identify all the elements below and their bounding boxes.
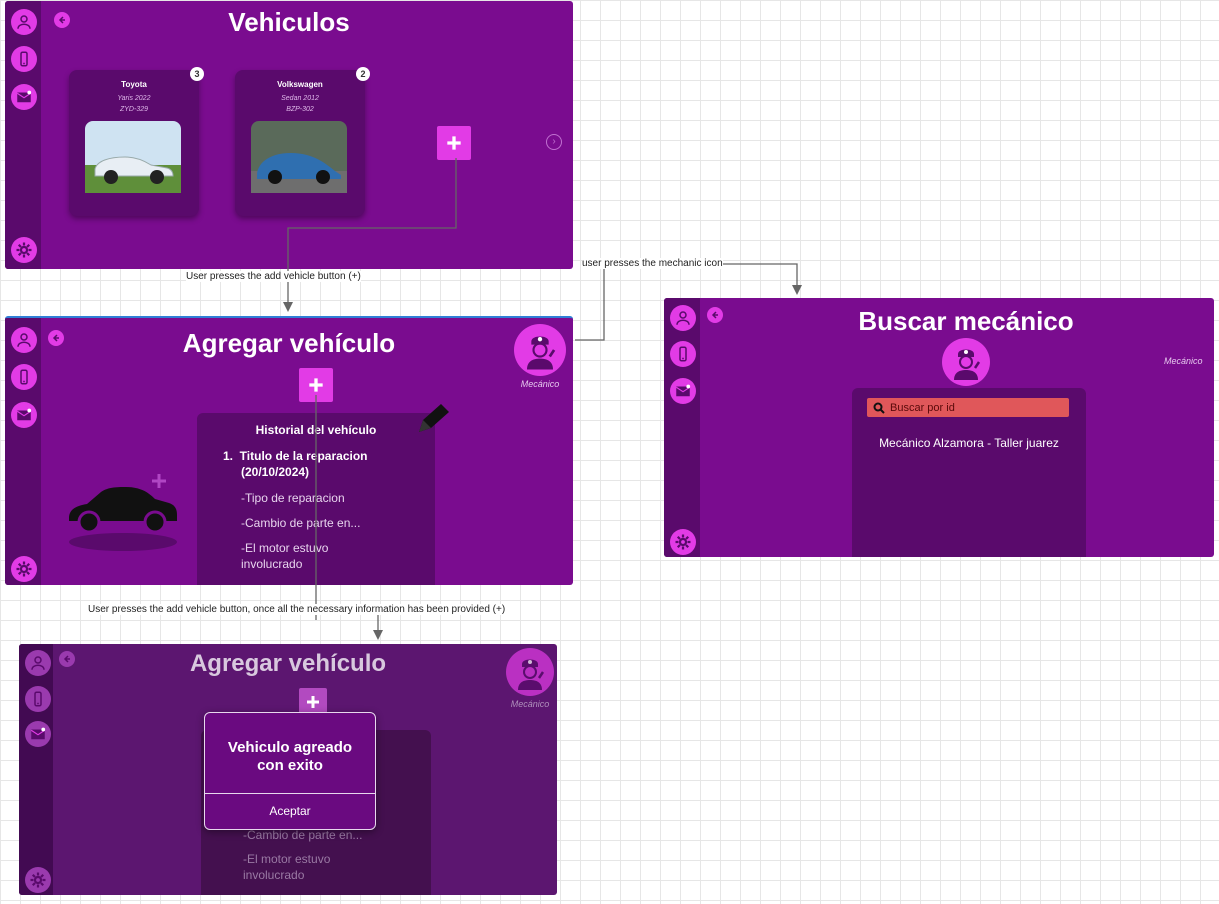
annotation-add-vehicle: User presses the add vehicle button (+) (186, 271, 361, 282)
arrowhead (283, 302, 293, 312)
flow-connectors (283, 158, 802, 640)
arrowhead (792, 285, 802, 295)
annotation-mechanic-icon: user presses the mechanic icon (582, 258, 723, 269)
connector-mechanic (575, 263, 798, 341)
connector-add-vehicle (287, 158, 457, 305)
annotation-confirm: User presses the add vehicle button, onc… (88, 604, 506, 615)
arrowhead (373, 630, 383, 640)
